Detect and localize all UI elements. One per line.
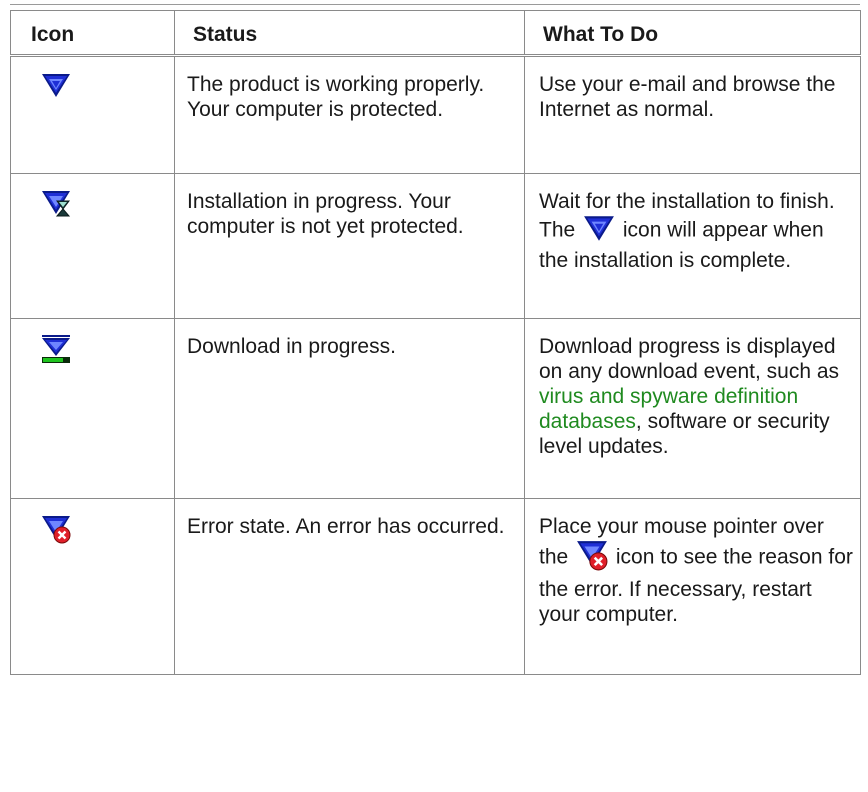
status-cell: The product is working properly. Your co… [174, 55, 525, 174]
shield-error-icon [41, 516, 71, 549]
shield-ok-icon [583, 214, 615, 248]
header-row: Icon Status What To Do [10, 10, 861, 57]
status-cell: Error state. An error has occurred. [174, 498, 525, 675]
status-cell: Download in progress. [174, 318, 525, 499]
status-cell: Installation in progress. Your computer … [174, 173, 525, 319]
icon-cell [10, 318, 175, 499]
table-row: Error state. An error has occurred. Plac… [10, 498, 861, 675]
todo-cell: Download progress is displayed on any do… [524, 318, 861, 499]
top-rule [10, 4, 860, 5]
table-row: The product is working properly. Your co… [10, 55, 861, 174]
shield-error-icon [576, 539, 608, 577]
todo-cell: Wait for the installation to finish. The… [524, 173, 861, 319]
shield-ok-icon [41, 74, 71, 103]
shield-installing-icon [41, 191, 71, 222]
table-row: Installation in progress. Your computer … [10, 173, 861, 319]
todo-cell: Place your mouse pointer over the icon t… [524, 498, 861, 675]
todo-text-after: icon will appear when the installation i… [539, 218, 824, 272]
shield-downloading-icon [41, 335, 71, 369]
status-icon-table: Icon Status What To Do The product is wo… [10, 10, 861, 675]
icon-cell [10, 173, 175, 319]
status-table-frame: Icon Status What To Do The product is wo… [10, 4, 861, 675]
table-row: Download in progress. Download progress … [10, 318, 861, 499]
header-status: Status [174, 10, 525, 57]
header-what-to-do: What To Do [524, 10, 861, 57]
todo-text-before: Download progress is displayed on any do… [539, 335, 840, 383]
todo-cell: Use your e-mail and browse the Internet … [524, 55, 861, 174]
icon-cell [10, 498, 175, 675]
header-icon: Icon [10, 10, 175, 57]
icon-cell [10, 55, 175, 174]
